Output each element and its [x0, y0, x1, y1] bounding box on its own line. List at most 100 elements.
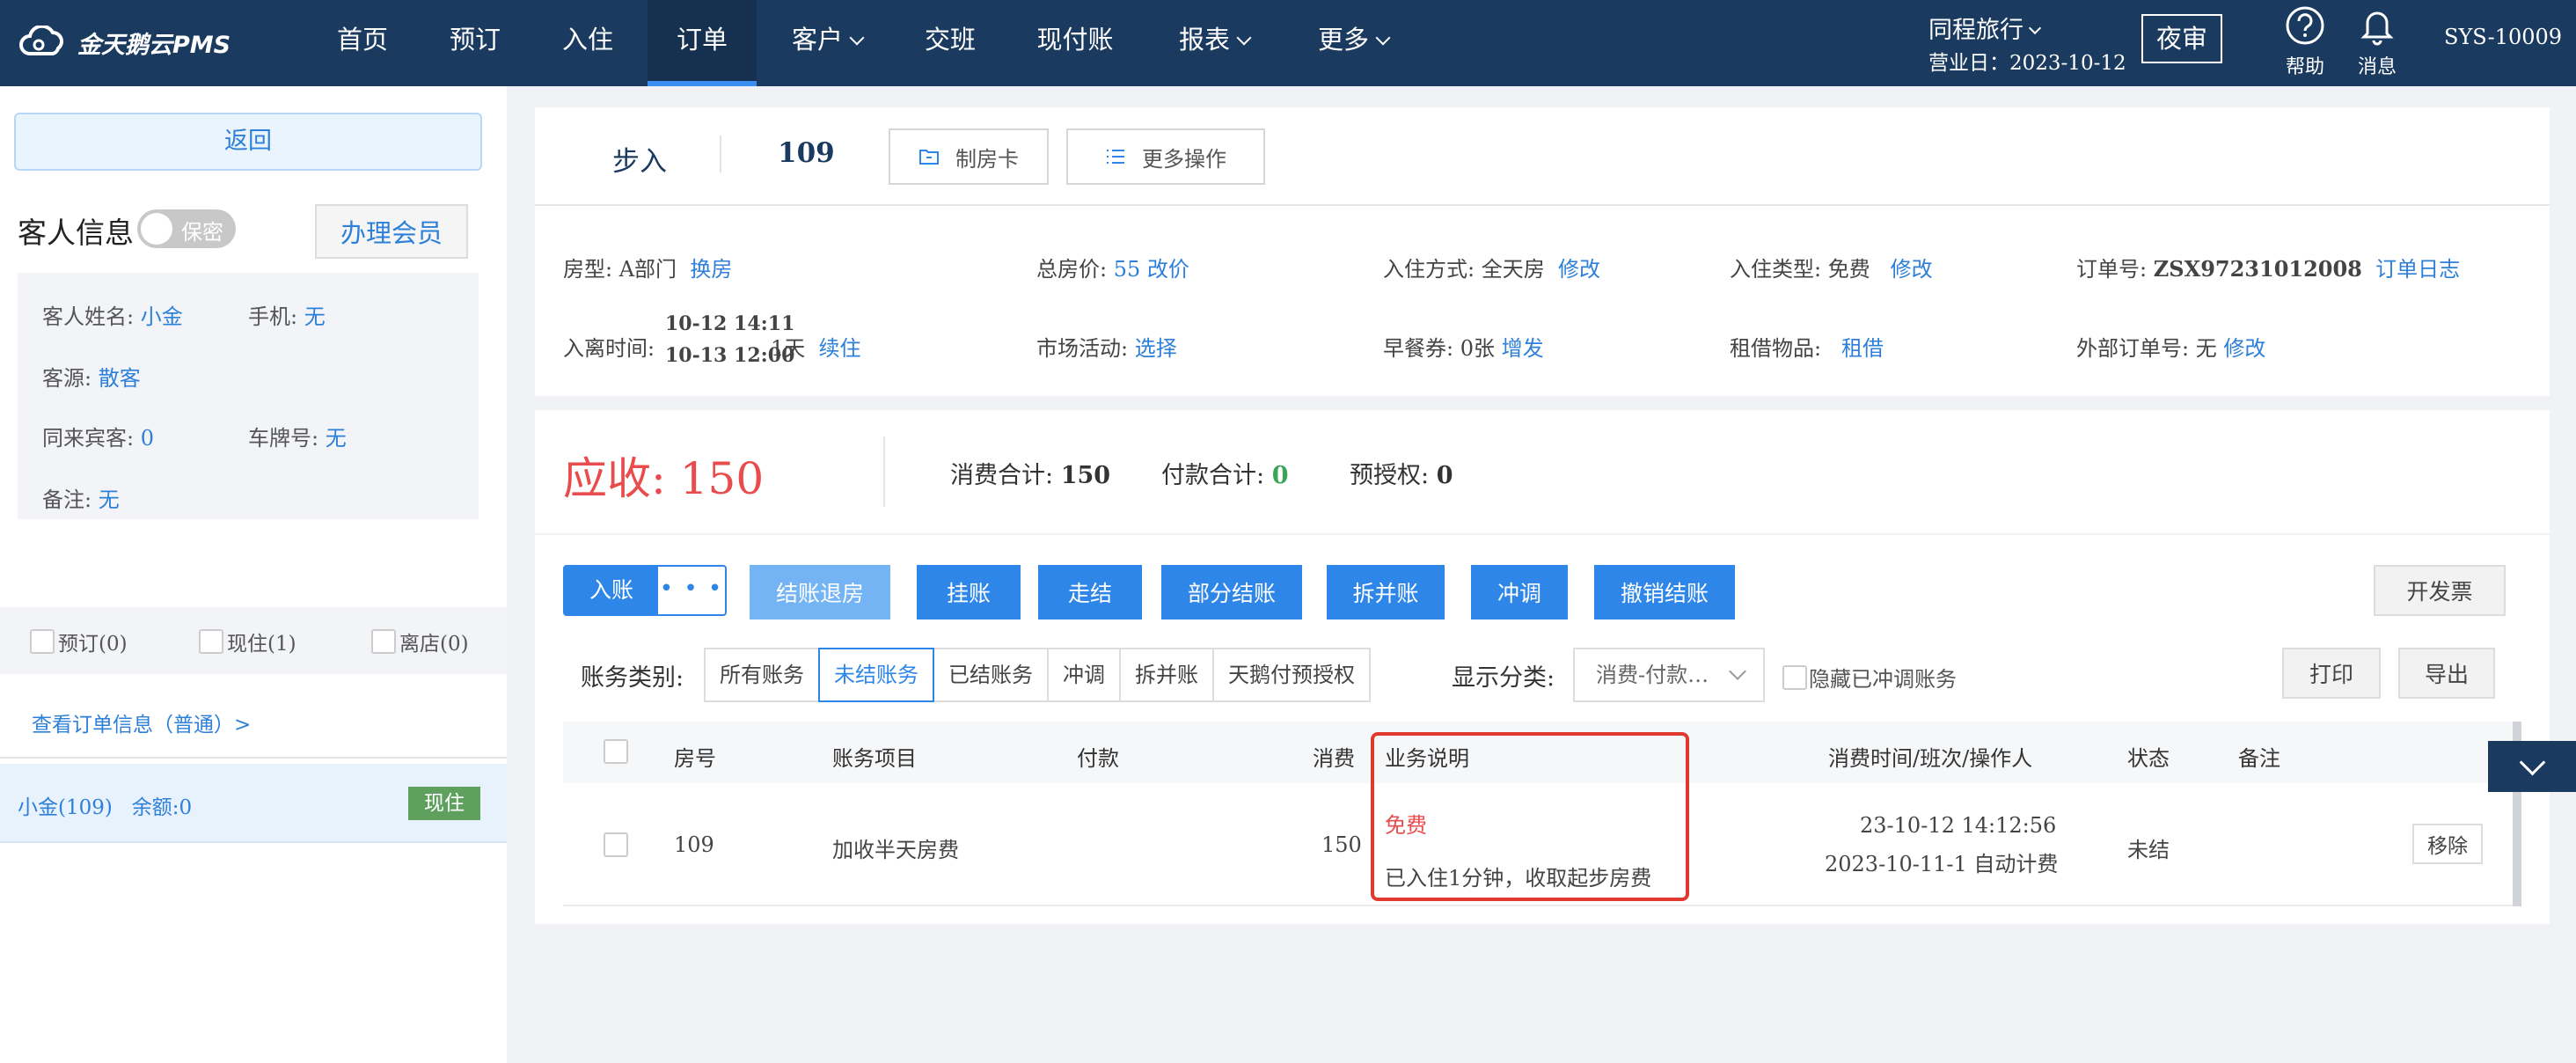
make-room-card-button[interactable]: 制房卡: [889, 128, 1049, 185]
room-number: 109: [778, 137, 835, 169]
chevron-down-icon: [1729, 663, 1746, 680]
help-icon: [2286, 6, 2324, 45]
row-consume: 150: [1321, 832, 1362, 857]
market-activity: 市场活动: 选择: [1036, 336, 1177, 361]
night-audit-button[interactable]: 夜审: [2141, 14, 2222, 63]
nav-reports[interactable]: 报表: [1161, 0, 1267, 86]
checkbox[interactable]: [30, 629, 55, 654]
tab-split-merge[interactable]: 拆并账: [1119, 648, 1214, 702]
modify-checkin-type-link[interactable]: 修改: [1891, 257, 1933, 282]
help-button[interactable]: 帮助: [2279, 5, 2331, 79]
column-header: 消费: [1313, 746, 1355, 771]
left-sidebar: 返回 客人信息 保密 办理会员 客人姓名: 小金 手机: 无 客源: 散客 同来…: [0, 86, 507, 1063]
adjust-button[interactable]: 冲调: [1471, 565, 1568, 619]
nav-handover[interactable]: 交班: [906, 0, 994, 86]
filter-in-house[interactable]: 现住(1): [199, 627, 296, 656]
guest-source-value[interactable]: 散客: [99, 366, 141, 391]
guest-row-name: 小金(109): [18, 796, 113, 819]
guest-companions-value[interactable]: 0: [141, 426, 154, 451]
app-logo[interactable]: 金天鹅云PMS: [18, 25, 231, 60]
display-category-select[interactable]: 消费-付款…: [1573, 648, 1765, 702]
post-entry-button[interactable]: 入账: [565, 567, 658, 614]
filter-departed[interactable]: 离店(0): [371, 627, 469, 656]
issue-invoice-button[interactable]: 开发票: [2374, 565, 2506, 616]
change-room-link[interactable]: 换房: [690, 257, 732, 282]
walk-settle-button[interactable]: 走结: [1038, 565, 1142, 619]
billing-summary-panel: 应收: 150 消费合计: 150 付款合计: 0 预授权: 0: [535, 410, 2550, 533]
divider: [883, 436, 885, 507]
checkout-button[interactable]: 结账退房: [750, 565, 890, 619]
total-price-value: 55: [1113, 257, 1141, 282]
market-select-link[interactable]: 选择: [1135, 336, 1177, 361]
bell-icon: [2360, 11, 2394, 46]
tab-adjusted[interactable]: 冲调: [1047, 648, 1121, 702]
guest-list-item[interactable]: 小金(109) 余额:0 现住: [0, 764, 507, 843]
view-order-info-link[interactable]: 查看订单信息（普通）>: [32, 707, 251, 737]
post-entry-more-button[interactable]: • • •: [658, 567, 725, 614]
change-price-link[interactable]: 改价: [1147, 257, 1189, 282]
tab-swan-pay-preauth[interactable]: 天鹅付预授权: [1212, 648, 1371, 702]
export-button[interactable]: 导出: [2398, 648, 2495, 699]
chevron-down-icon: [1236, 30, 1252, 46]
modify-external-order-link[interactable]: 修改: [2223, 336, 2265, 361]
divider: [720, 136, 721, 172]
select-all-checkbox[interactable]: [604, 739, 628, 764]
nights: 1天 续住: [771, 336, 861, 361]
guest-info-box: 客人姓名: 小金 手机: 无 客源: 散客 同来宾客: 0 车牌号: 无 备注:…: [18, 273, 479, 519]
guest-remark-value[interactable]: 无: [99, 488, 120, 512]
hide-adjusted-checkbox[interactable]: 隐藏已冲调账务: [1782, 662, 1957, 693]
stay-dates-label: 入离时间:: [563, 336, 655, 361]
folder-icon: [919, 150, 939, 165]
nav-more[interactable]: 更多: [1300, 0, 1406, 86]
column-header: 付款: [1077, 746, 1119, 771]
post-entry-split-button: 入账 • • •: [563, 565, 727, 616]
register-member-button[interactable]: 办理会员: [315, 204, 468, 259]
collapse-chevron-button[interactable]: [2488, 741, 2576, 792]
guest-phone-value[interactable]: 无: [304, 304, 326, 329]
add-breakfast-link[interactable]: 增发: [1502, 336, 1544, 361]
guest-name: 客人姓名: 小金: [42, 304, 183, 329]
chevron-down-icon: [849, 30, 865, 46]
messages-button[interactable]: 消息: [2351, 5, 2404, 79]
print-button[interactable]: 打印: [2282, 648, 2381, 699]
checkbox[interactable]: [1782, 664, 1807, 690]
hotel-selector[interactable]: 同程旅行: [1928, 11, 2042, 45]
guest-remark: 备注: 无: [42, 488, 120, 512]
partial-settle-button[interactable]: 部分结账: [1161, 565, 1302, 619]
nav-cash-account[interactable]: 现付账: [1021, 0, 1130, 86]
hang-account-button[interactable]: 挂账: [917, 565, 1021, 619]
back-button[interactable]: 返回: [14, 113, 482, 171]
order-log-link[interactable]: 订单日志: [2375, 257, 2460, 282]
cancel-checkout-button[interactable]: 撤销结账: [1594, 565, 1735, 619]
payment-total: 付款合计: 0: [1161, 462, 1289, 489]
tab-unsettled[interactable]: 未结账务: [818, 648, 934, 702]
checkbox[interactable]: [199, 629, 223, 654]
modify-checkin-mode-link[interactable]: 修改: [1558, 257, 1600, 282]
privacy-toggle[interactable]: 保密: [137, 209, 236, 248]
nav-customers[interactable]: 客户: [774, 0, 880, 86]
guest-plate-value[interactable]: 无: [326, 426, 347, 451]
guest-companions: 同来宾客: 0: [42, 426, 154, 451]
row-checkbox[interactable]: [604, 832, 628, 857]
row-item: 加收半天房费: [832, 838, 959, 862]
column-header: 房号: [674, 746, 716, 771]
row-room: 109: [674, 832, 714, 857]
guest-name-link[interactable]: 小金: [141, 304, 183, 329]
split-merge-button[interactable]: 拆并账: [1327, 565, 1445, 619]
nav-home[interactable]: 首页: [318, 0, 406, 86]
more-operations-button[interactable]: 更多操作: [1066, 128, 1265, 185]
user-menu[interactable]: SYS-10009: [2444, 25, 2562, 49]
checkbox[interactable]: [371, 629, 396, 654]
filter-reserved[interactable]: 预订(0): [30, 627, 128, 656]
column-header: 消费时间/班次/操作人: [1828, 746, 2033, 771]
rental-link[interactable]: 租借: [1841, 336, 1884, 361]
nav-orders[interactable]: 订单: [648, 0, 757, 86]
tab-all-accounts[interactable]: 所有账务: [704, 648, 820, 702]
extend-stay-link[interactable]: 续住: [819, 336, 861, 361]
cloud-logo-icon: [19, 26, 63, 55]
nav-booking[interactable]: 预订: [431, 0, 519, 86]
remove-button[interactable]: 移除: [2412, 824, 2483, 864]
tab-settled[interactable]: 已结账务: [933, 648, 1049, 702]
column-header: 备注: [2238, 746, 2280, 771]
nav-checkin[interactable]: 入住: [544, 0, 632, 86]
